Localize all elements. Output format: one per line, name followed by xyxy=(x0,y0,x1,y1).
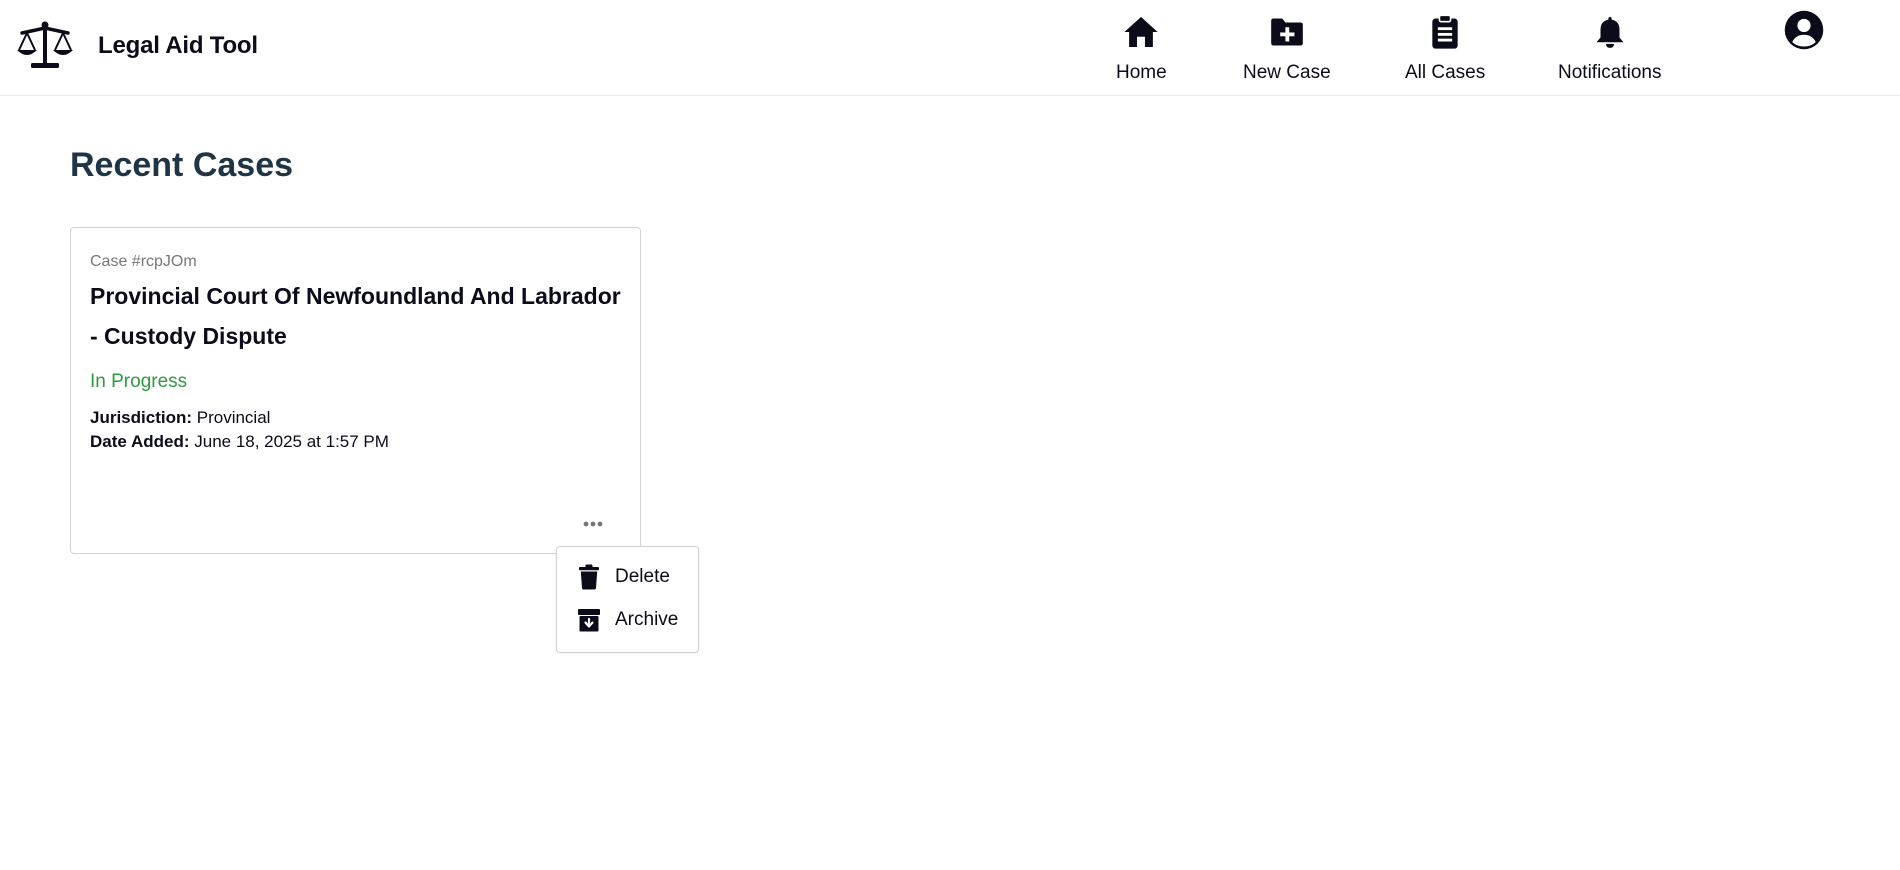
clipboard-list-icon xyxy=(1423,10,1467,54)
date-added-value: June 18, 2025 at 1:57 PM xyxy=(194,432,389,451)
scales-of-justice-icon xyxy=(17,21,73,68)
menu-item-archive-label: Archive xyxy=(615,609,679,630)
nav-new-case-label: New Case xyxy=(1243,62,1331,83)
case-jurisdiction: Jurisdiction: Provincial xyxy=(90,408,270,428)
bell-icon xyxy=(1588,10,1632,54)
date-added-label: Date Added: xyxy=(90,432,190,451)
case-number: Case #rcpJOm xyxy=(90,253,197,270)
app-title: Legal Aid Tool xyxy=(98,32,258,59)
user-circle-icon[interactable] xyxy=(1782,8,1826,52)
jurisdiction-value: Provincial xyxy=(196,408,271,427)
archive-box-icon xyxy=(578,609,600,632)
trash-icon xyxy=(579,564,599,590)
menu-item-delete[interactable]: Delete xyxy=(577,560,692,594)
home-icon xyxy=(1119,10,1163,54)
nav-home[interactable]: Home xyxy=(1116,8,1167,88)
case-card[interactable]: Case #rcpJOm Provincial Court Of Newfoun… xyxy=(70,227,641,554)
top-header: Legal Aid Tool Home New Case All Cases N… xyxy=(0,0,1900,96)
nav-all-cases-label: All Cases xyxy=(1405,62,1486,83)
nav-all-cases[interactable]: All Cases xyxy=(1405,8,1485,88)
case-title: Provincial Court Of Newfoundland And Lab… xyxy=(90,283,621,349)
menu-item-delete-label: Delete xyxy=(615,566,670,587)
jurisdiction-label: Jurisdiction: xyxy=(90,408,193,427)
case-options-menu: Delete Archive xyxy=(556,546,699,653)
case-date-added: Date Added: June 18, 2025 at 1:57 PM xyxy=(90,432,389,452)
menu-item-archive[interactable]: Archive xyxy=(577,603,692,637)
more-options-button[interactable] xyxy=(579,514,607,534)
nav-home-label: Home xyxy=(1116,62,1167,83)
nav-notifications[interactable]: Notifications xyxy=(1558,8,1662,88)
page-title: Recent Cases xyxy=(70,146,294,184)
nav-new-case[interactable]: New Case xyxy=(1243,8,1331,88)
nav-notifications-label: Notifications xyxy=(1558,62,1662,83)
status-badge: In Progress xyxy=(90,371,188,392)
ellipsis-icon xyxy=(583,521,603,527)
folder-plus-icon xyxy=(1265,10,1309,54)
brand[interactable]: Legal Aid Tool xyxy=(16,20,258,72)
